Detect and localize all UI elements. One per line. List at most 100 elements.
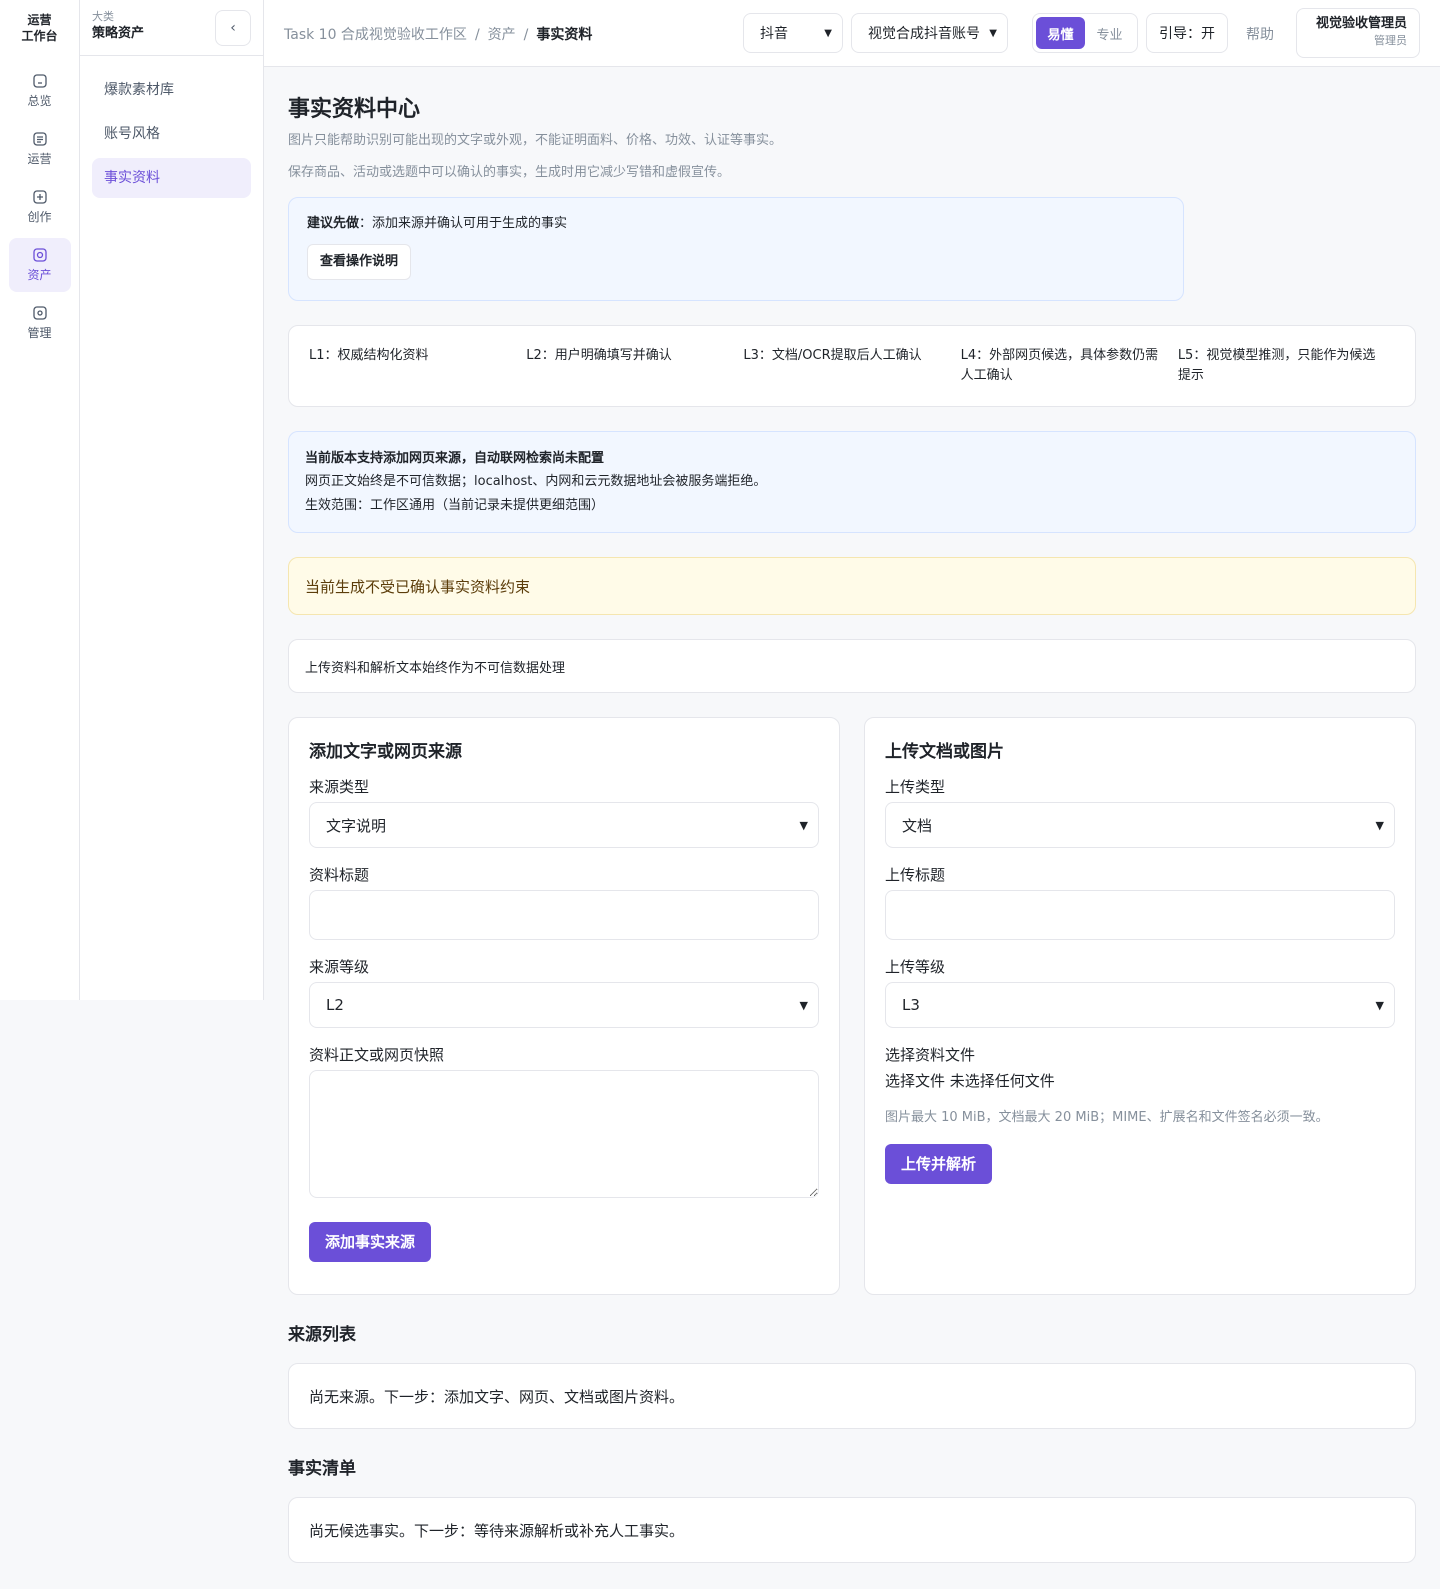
page-description-1: 图片只能帮助识别可能出现的文字或外观，不能证明面料、价格、功效、认证等事实。 [288,133,783,148]
subnav-item-account-style[interactable]: 账号风格 [92,114,251,154]
level-l4: L4：外部网页候选，具体参数仍需人工确认 [960,348,1159,383]
constraint-warning-banner: 当前生成不受已确认事实资料约束 [288,557,1416,615]
facts-empty-state: 尚无候选事实。下一步：等待来源解析或补充人工事实。 [288,1497,1416,1563]
source-level-legend: L1：权威结构化资料 L2：用户明确填写并确认 L3：文档/OCR提取后人工确认… [288,325,1416,407]
source-type-select[interactable]: 文字说明 ▼ [309,802,819,848]
source-type-label: 来源类型 [309,778,370,796]
upload-level-label: 上传等级 [885,958,946,976]
upload-title-label: 上传标题 [885,866,946,884]
mode-toggle: 易懂 专业 [1032,13,1138,53]
untrusted-data-note: 上传资料和解析文本始终作为不可信数据处理 [288,639,1416,693]
file-select-label: 选择资料文件 [885,1046,976,1064]
breadcrumb-assets[interactable]: 资产 [488,27,516,43]
view-instructions-button[interactable]: 查看操作说明 [307,244,412,280]
source-level-select[interactable]: L2 ▼ [309,982,819,1028]
rail-item-label: 资产 [27,268,52,282]
guide-toggle-button[interactable]: 引导：开 [1146,13,1228,53]
upload-title-input[interactable] [885,890,1395,940]
sub-navigation: 大类 策略资产 ‹ 爆款素材库 账号风格 事实资料 [80,0,264,1000]
source-title-input[interactable] [309,890,819,940]
chevron-down-icon: ▼ [799,998,808,1012]
user-menu-button[interactable]: 视觉验收管理员 管理员 [1296,8,1420,58]
mode-easy-button[interactable]: 易懂 [1036,17,1085,49]
manage-icon [32,306,47,320]
level-l1: L1：权威结构化资料 [309,348,429,363]
upload-and-parse-button[interactable]: 上传并解析 [885,1144,993,1184]
platform-select[interactable]: 抖音 ▼ [743,13,843,53]
upload-level-select[interactable]: L3 ▼ [885,982,1395,1028]
add-fact-source-button[interactable]: 添加事实来源 [309,1222,432,1262]
source-body-label: 资料正文或网页快照 [309,1046,445,1064]
rail-item-label: 创作 [27,210,52,224]
choose-file-button[interactable]: 选择文件 [885,1072,945,1090]
subnav-list: 爆款素材库 账号风格 事实资料 [80,56,263,216]
help-link[interactable]: 帮助 [1246,24,1274,44]
file-status: 未选择任何文件 [949,1072,1055,1090]
upload-document-title: 上传文档或图片 [885,742,1004,762]
source-body-textarea[interactable] [309,1070,819,1198]
web-source-info-box: 当前版本支持添加网页来源，自动联网检索尚未配置 网页正文始终是不可信数据；loc… [288,431,1416,533]
list-icon [32,132,47,146]
chevron-down-icon: ▼ [1375,818,1384,832]
rail-item-assets[interactable]: 资产 [8,238,71,292]
source-forms: 添加文字或网页来源 来源类型 文字说明 ▼ 资料标题 来源等级 L2 ▼ 资料正文或… [288,717,1416,1295]
level-l3: L3：文档/OCR提取后人工确认 [743,348,922,363]
sources-empty-state: 尚无来源。下一步：添加文字、网页、文档或图片资料。 [288,1363,1416,1429]
page-title: 事实资料中心 [288,97,421,122]
rail-title: 运营 工作台 [0,0,79,60]
suggestion-box: 建议先做：添加来源并确认可用于生成的事实 查看操作说明 [288,197,1184,301]
sources-section-title: 来源列表 [288,1325,356,1345]
chevron-down-icon: ▼ [799,818,808,832]
platform-select-value: 抖音 [760,26,788,42]
asset-icon [32,248,47,262]
source-title-label: 资料标题 [309,866,370,884]
breadcrumb: Task 10 合成视觉验收工作区 / 资产 / 事实资料 [284,27,593,43]
rail-item-overview[interactable]: 总览 [9,64,71,118]
rail-item-manage[interactable]: 管理 [9,296,71,350]
add-text-source-card: 添加文字或网页来源 来源类型 文字说明 ▼ 资料标题 来源等级 L2 ▼ 资料正文或… [288,717,840,1295]
rail-title-line2: 工作台 [21,29,58,43]
level-l5: L5：视觉模型推测，只能作为候选提示 [1177,348,1376,383]
account-select-value: 视觉合成抖音账号 [868,26,980,42]
facts-section-title: 事实清单 [288,1459,356,1479]
suggestion-text: 建议先做：添加来源并确认可用于生成的事实 [307,214,1165,234]
add-text-source-title: 添加文字或网页来源 [309,742,462,762]
upload-type-value: 文档 [902,816,933,835]
rail-item-label: 总览 [27,94,52,108]
source-type-value: 文字说明 [326,816,387,835]
account-select[interactable]: 视觉合成抖音账号 ▼ [851,13,1008,53]
page-description-2: 保存商品、活动或选题中可以确认的事实，生成时用它减少写错和虚假宣传。 [288,165,731,180]
upload-type-select[interactable]: 文档 ▼ [885,802,1395,848]
suggestion-body: ：添加来源并确认可用于生成的事实 [359,216,568,231]
mode-pro-button[interactable]: 专业 [1085,17,1134,49]
rail-item-label: 运营 [27,152,52,166]
rail-item-operations[interactable]: 运营 [9,122,71,176]
home-icon [32,74,47,88]
file-input: 选择文件 未选择任何文件 [885,1070,1395,1092]
upload-level-value: L3 [902,996,920,1014]
info-title: 当前版本支持添加网页来源，自动联网检索尚未配置 [305,451,605,466]
breadcrumb-current: 事实资料 [536,27,593,43]
level-l2: L2：用户明确填写并确认 [526,348,672,363]
chevron-left-icon: ‹ [230,20,236,36]
chevron-down-icon: ▼ [824,27,832,39]
chevron-down-icon: ▼ [1375,998,1384,1012]
breadcrumb-workspace[interactable]: Task 10 合成视觉验收工作区 [284,27,467,43]
subnav-item-fact-materials[interactable]: 事实资料 [92,158,251,198]
source-level-label: 来源等级 [309,958,370,976]
subnav-header: 大类 策略资产 ‹ [80,0,263,56]
rail-item-create[interactable]: 创作 [9,180,71,234]
upload-hint: 图片最大 10 MiB，文档最大 20 MiB；MIME、扩展名和文件签名必须一… [885,1110,1329,1125]
plus-square-icon [32,190,47,204]
info-line-2: 生效范围：工作区通用（当前记录未提供更细范围） [305,498,605,513]
user-name: 视觉验收管理员 [1315,16,1407,31]
subnav-item-viral-materials[interactable]: 爆款素材库 [92,70,251,110]
chevron-down-icon: ▼ [989,27,997,39]
top-bar: Task 10 合成视觉验收工作区 / 资产 / 事实资料 抖音 ▼ 视觉合成抖音账号 ▼ … [264,0,1440,67]
main-content: 事实资料中心 图片只能帮助识别可能出现的文字或外观，不能证明面料、价格、功效、认… [288,67,1416,1563]
info-line-1: 网页正文始终是不可信数据；localhost、内网和云元数据地址会被服务端拒绝。 [305,474,767,489]
suggestion-prefix: 建议先做 [307,216,360,231]
rail-title-line1: 运营 [27,13,52,27]
upload-document-card: 上传文档或图片 上传类型 文档 ▼ 上传标题 上传等级 L3 ▼ 选择资料文件 选择… [864,717,1416,1295]
collapse-sidebar-button[interactable]: ‹ [215,10,251,46]
